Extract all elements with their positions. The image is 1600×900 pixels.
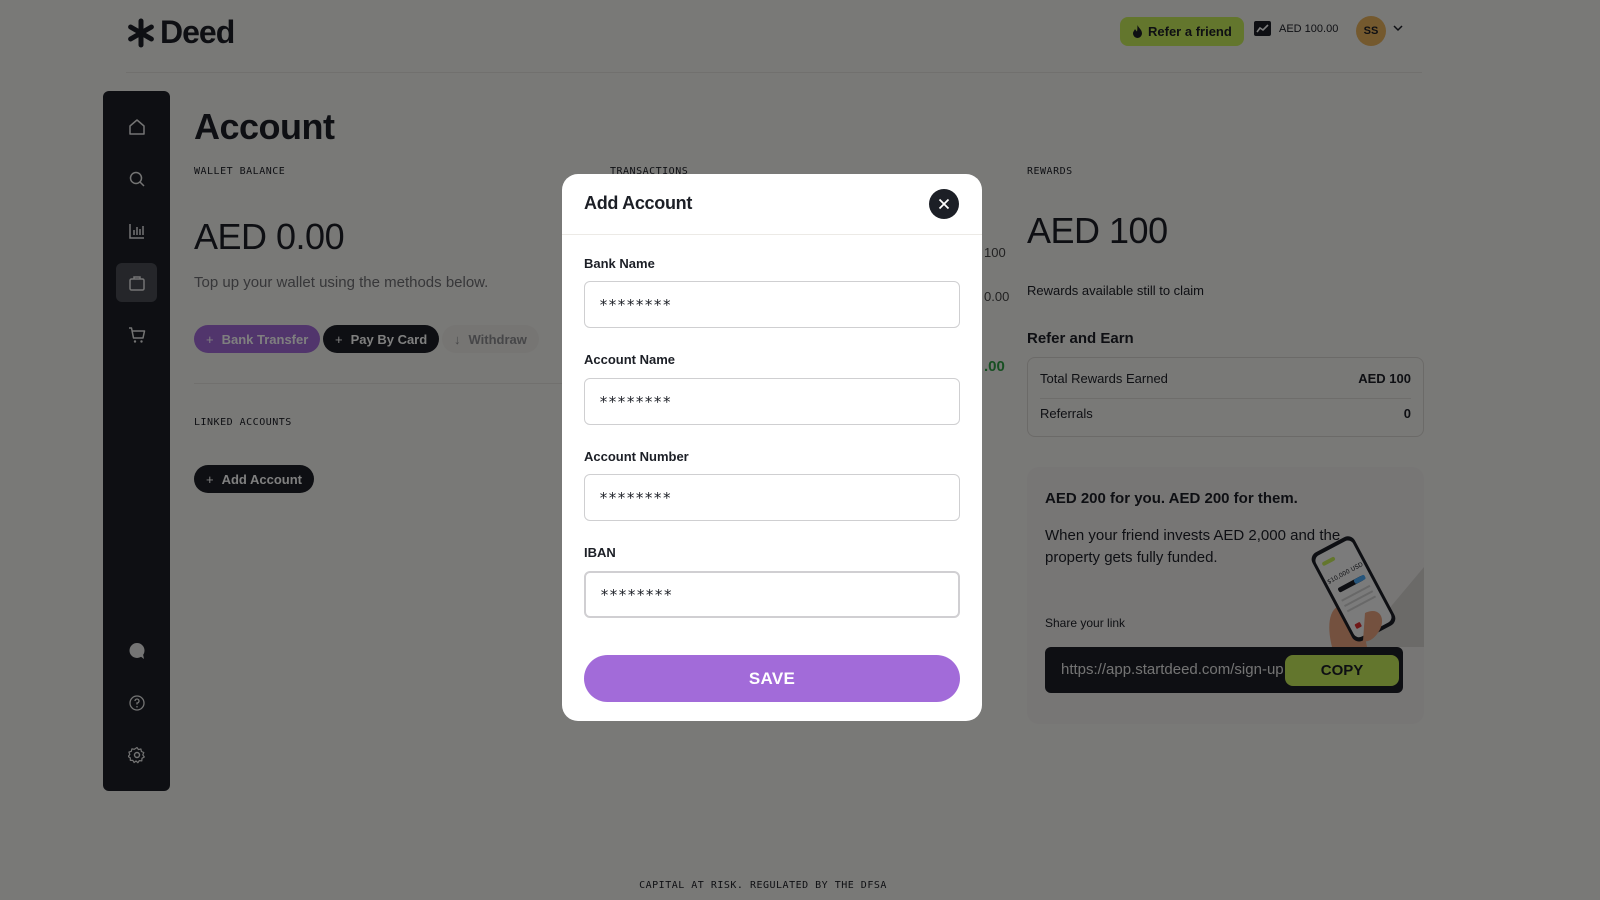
- save-button[interactable]: SAVE: [584, 655, 960, 702]
- iban-field[interactable]: [584, 571, 960, 618]
- account-name-field[interactable]: [584, 378, 960, 425]
- account-name-label: Account Name: [584, 352, 676, 367]
- iban-label: IBAN: [584, 545, 616, 560]
- modal-title: Add Account: [584, 193, 693, 213]
- account-number-field[interactable]: [584, 474, 960, 521]
- bank-name-label: Bank Name: [584, 256, 655, 271]
- close-modal-button[interactable]: [929, 189, 959, 219]
- account-number-label: Account Number: [584, 449, 689, 464]
- bank-name-field[interactable]: [584, 281, 960, 328]
- close-icon: [938, 198, 950, 210]
- add-account-modal: Add Account Bank Name Account Name Accou…: [562, 174, 982, 721]
- modal-divider: [562, 234, 982, 235]
